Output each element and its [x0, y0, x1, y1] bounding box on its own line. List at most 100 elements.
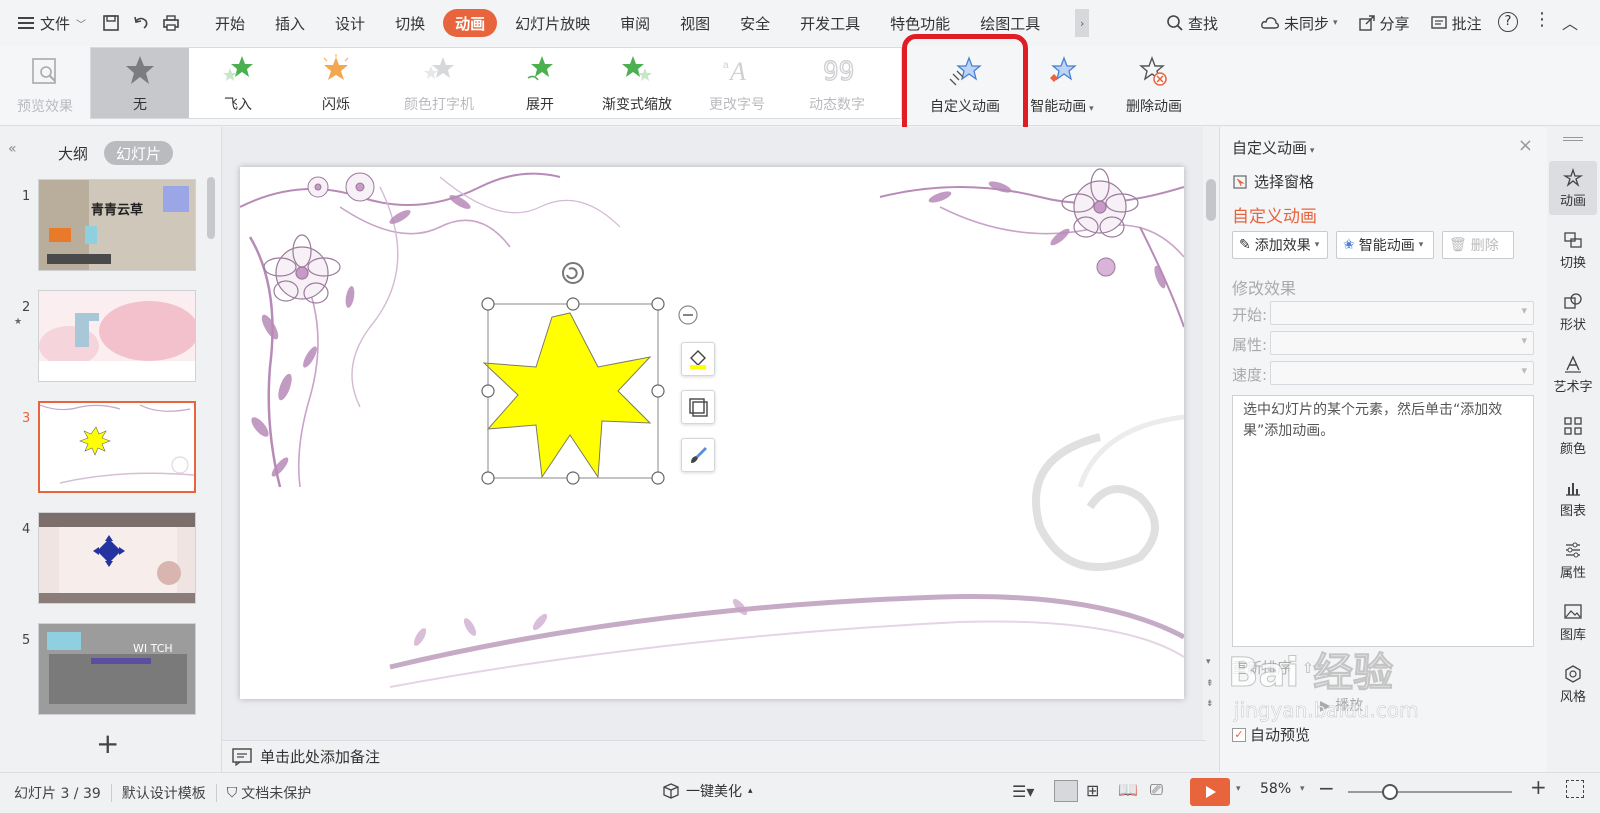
- image-gallery-icon: [1564, 603, 1582, 619]
- sidebar-item-properties[interactable]: 属性: [1549, 533, 1597, 587]
- property-select[interactable]: [1270, 331, 1534, 355]
- tab-security[interactable]: 安全: [728, 9, 782, 37]
- zoom-level[interactable]: 58%: [1260, 781, 1291, 797]
- canvas-vertical-scrollbar[interactable]: ▾ ⇞ ⇟: [1203, 127, 1219, 740]
- zoom-in-button[interactable]: +: [1530, 775, 1547, 799]
- animation-change-font-size[interactable]: Aa 更改字号: [687, 48, 787, 118]
- current-slide[interactable]: [240, 167, 1184, 699]
- auto-preview-checkbox[interactable]: ✓ 自动预览: [1232, 724, 1310, 745]
- smart-animation-pane-button[interactable]: ✬ 智能动画 ▾: [1336, 231, 1434, 259]
- tab-features[interactable]: 特色功能: [878, 9, 962, 37]
- file-menu[interactable]: 文件 ﹀: [0, 0, 96, 46]
- collapse-panel-icon[interactable]: «: [8, 141, 17, 157]
- sync-button[interactable]: 未同步 ▾: [1254, 8, 1344, 38]
- collapse-shape-toolbar-icon[interactable]: [677, 305, 695, 323]
- animation-none[interactable]: 无: [91, 48, 189, 118]
- next-slide-icon[interactable]: ⇟: [1206, 699, 1214, 709]
- notes-view-icon[interactable]: ☰▾: [1012, 782, 1034, 801]
- tab-developer[interactable]: 开发工具: [788, 9, 872, 37]
- shape-fill-button[interactable]: [681, 342, 715, 376]
- tab-view[interactable]: 视图: [668, 9, 722, 37]
- slide-thumbnail-2[interactable]: [38, 290, 196, 382]
- tab-outline[interactable]: 大纲: [46, 141, 100, 165]
- preview-effect-button[interactable]: 预览效果: [10, 46, 80, 126]
- sidebar-item-gallery[interactable]: 图库: [1549, 595, 1597, 649]
- search-button[interactable]: 查找: [1166, 8, 1218, 38]
- tab-animation[interactable]: 动画: [443, 9, 498, 37]
- one-click-beautify-button[interactable]: 一键美化 ▴: [662, 781, 753, 801]
- sidebar-item-transition[interactable]: 切换: [1549, 223, 1597, 277]
- presenter-view-icon[interactable]: ⎚: [1150, 780, 1163, 800]
- print-icon[interactable]: [156, 8, 186, 38]
- comment-button[interactable]: 批注: [1424, 8, 1488, 38]
- slide-panel-scrollbar[interactable]: [207, 177, 215, 239]
- sidebar-item-chart[interactable]: 图表: [1549, 471, 1597, 525]
- delete-animation-button[interactable]: 删除动画: [1114, 46, 1194, 126]
- design-template[interactable]: 默认设计模板: [122, 783, 206, 803]
- slide-thumbnail-5[interactable]: WI TCH: [38, 623, 196, 715]
- pane-title[interactable]: 自定义动画 ▾: [1232, 137, 1314, 158]
- zoom-slider-track[interactable]: [1348, 791, 1512, 793]
- animation-color-typewriter[interactable]: 颜色打字机: [385, 48, 493, 118]
- tab-drawing-tools[interactable]: 绘图工具: [968, 9, 1052, 37]
- delete-effect-button[interactable]: 🗑 删除: [1442, 231, 1514, 259]
- reading-view-icon[interactable]: 📖: [1118, 780, 1138, 799]
- add-effect-button[interactable]: ✎ 添加效果 ▾: [1232, 231, 1328, 259]
- move-up-icon[interactable]: ⇧: [1297, 659, 1315, 677]
- start-select[interactable]: [1270, 301, 1534, 325]
- sidebar-item-color[interactable]: 颜色: [1549, 409, 1597, 463]
- tab-review[interactable]: 审阅: [608, 9, 662, 37]
- save-icon[interactable]: [96, 8, 126, 38]
- close-icon[interactable]: ×: [1518, 135, 1533, 156]
- start-slideshow-button[interactable]: [1190, 778, 1230, 806]
- sidebar-item-wordart[interactable]: 艺术字: [1549, 347, 1597, 401]
- tab-slides[interactable]: 幻灯片: [104, 141, 174, 165]
- zoom-out-button[interactable]: −: [1318, 776, 1335, 800]
- tab-slideshow[interactable]: 幻灯片放映: [503, 9, 602, 37]
- slide-thumbnail-3[interactable]: [38, 401, 196, 493]
- sidebar-item-shape[interactable]: 形状: [1549, 285, 1597, 339]
- help-icon[interactable]: ?: [1498, 12, 1518, 32]
- slide-thumbnail-4[interactable]: [38, 512, 196, 604]
- document-protection-status[interactable]: 文档未保护: [241, 783, 311, 803]
- tabs-scroll-right-button[interactable]: ›: [1075, 9, 1090, 37]
- scroll-down-icon[interactable]: ▾: [1206, 657, 1211, 667]
- tab-design[interactable]: 设计: [323, 9, 377, 37]
- tab-home[interactable]: 开始: [203, 9, 257, 37]
- selection-pane-link[interactable]: 选择窗格: [1232, 171, 1314, 192]
- prev-slide-icon[interactable]: ⇞: [1206, 679, 1214, 689]
- animation-list[interactable]: 选中幻灯片的某个元素，然后单击“添加效果”添加动画。: [1232, 395, 1534, 647]
- animation-expand[interactable]: 展开: [493, 48, 587, 118]
- zoom-slider-knob[interactable]: [1382, 784, 1398, 800]
- shape-style-button[interactable]: [681, 438, 715, 472]
- zoom-options-icon[interactable]: ▾: [1300, 784, 1305, 794]
- share-button[interactable]: 分享: [1352, 8, 1416, 38]
- animation-fly-in[interactable]: 飞入: [189, 48, 287, 118]
- sidebar-item-animation[interactable]: 动画: [1549, 161, 1597, 215]
- tab-insert[interactable]: 插入: [263, 9, 317, 37]
- smart-animation-button[interactable]: 智能动画 ▾: [1024, 46, 1100, 126]
- more-icon[interactable]: ⋮: [1533, 9, 1551, 30]
- slide-thumbnail-1[interactable]: 青青云草: [38, 179, 196, 271]
- star-flash-icon: [320, 52, 352, 88]
- fit-window-icon[interactable]: [1566, 780, 1584, 798]
- rotate-handle-icon[interactable]: [562, 262, 584, 284]
- star-fly-icon: [220, 52, 256, 88]
- speed-select[interactable]: [1270, 361, 1534, 385]
- collapse-ribbon-icon[interactable]: ︿: [1562, 10, 1578, 34]
- animation-dynamic-number[interactable]: 99 动态数字: [787, 48, 887, 118]
- slide-sorter-view-icon[interactable]: ⊞: [1086, 781, 1099, 800]
- scrollbar-thumb[interactable]: [1206, 179, 1216, 221]
- normal-view-icon[interactable]: [1054, 780, 1078, 802]
- comment-icon: [1430, 16, 1447, 29]
- undo-icon[interactable]: [126, 8, 156, 38]
- sidebar-item-style[interactable]: 风格: [1549, 657, 1597, 711]
- tab-transition[interactable]: 切换: [383, 9, 437, 37]
- shape-outline-button[interactable]: [681, 390, 715, 424]
- add-slide-button[interactable]: +: [96, 727, 119, 760]
- notes-bar[interactable]: 单击此处添加备注: [222, 740, 1206, 772]
- play-button[interactable]: ▶ 播放: [1320, 695, 1363, 715]
- animation-gradual-zoom[interactable]: 渐变式缩放: [587, 48, 687, 118]
- animation-flash[interactable]: 闪烁: [287, 48, 385, 118]
- slideshow-options-icon[interactable]: ▾: [1236, 784, 1241, 794]
